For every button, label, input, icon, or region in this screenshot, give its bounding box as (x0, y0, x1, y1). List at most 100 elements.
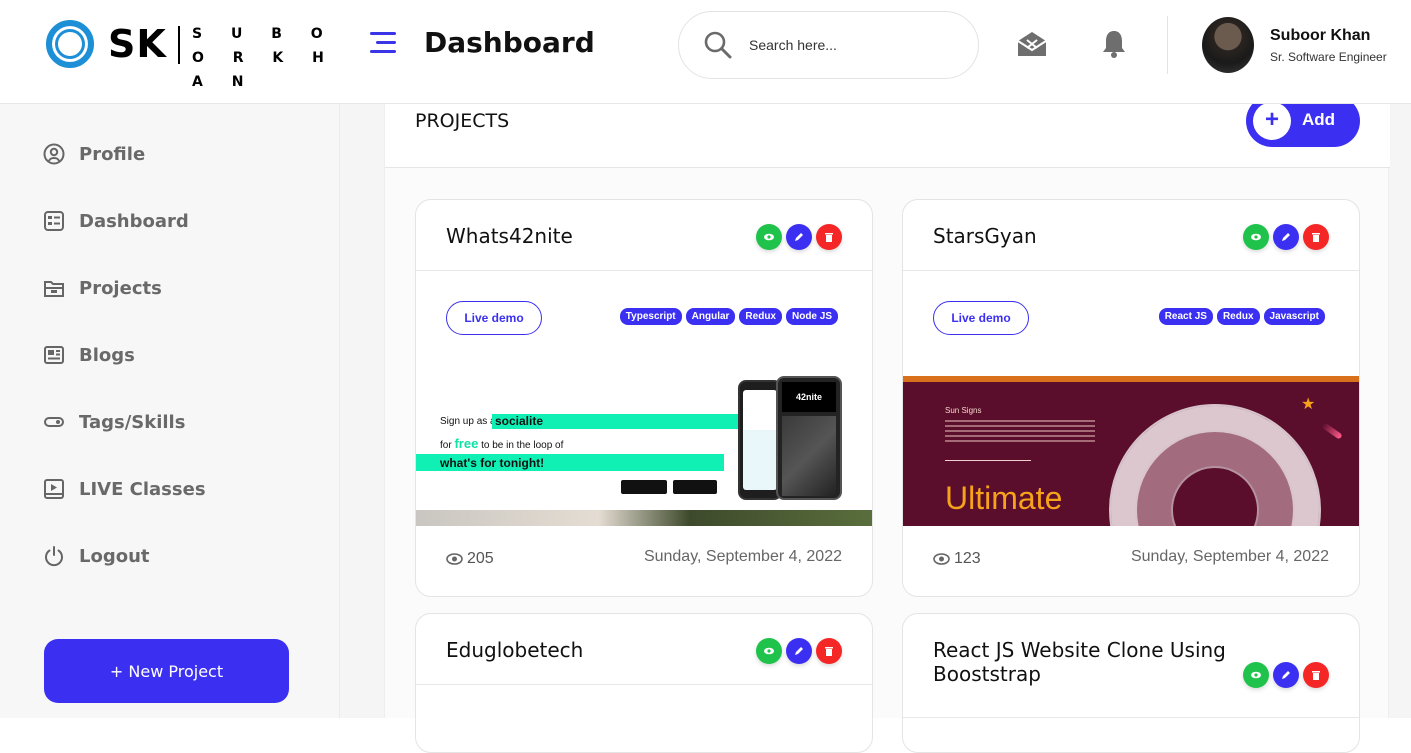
projects-panel: PROJECTS + Add Whats42nite Live demo Typ… (384, 95, 1390, 753)
user-circle-icon (42, 142, 66, 166)
views-count: 205 (446, 550, 494, 568)
user-name: Suboor Khan (1270, 27, 1371, 44)
sidebar-item-label: Logout (79, 545, 150, 567)
edit-icon[interactable] (1273, 224, 1299, 250)
brand-logo[interactable]: SK S U B O O R K H A N (44, 18, 344, 90)
menu-toggle-icon[interactable] (370, 32, 396, 56)
thumb-text: Sun Signs (945, 406, 982, 415)
view-icon[interactable] (756, 224, 782, 250)
tag-badge: Redux (1216, 308, 1260, 325)
mail-icon[interactable] (1016, 28, 1048, 60)
thumb-text: Ultimate (945, 480, 1063, 516)
logo-initials: SK (108, 22, 167, 66)
video-icon (42, 477, 66, 501)
project-card: React JS Website Clone Using Booststrap (902, 613, 1360, 753)
tech-tags: Typescript Angular Redux Node JS (619, 308, 838, 325)
views-count: 123 (933, 550, 981, 568)
folder-icon (42, 276, 66, 300)
eye-icon (933, 553, 950, 565)
tech-tags: React JS Redux Javascript (1158, 308, 1325, 325)
sidebar-item-label: Blogs (79, 344, 135, 366)
top-header: SK S U B O O R K H A N Dashboard Suboor … (0, 0, 1411, 104)
star-icon: ★ (1301, 396, 1316, 413)
project-date: Sunday, September 4, 2022 (643, 548, 842, 565)
thumb-text: for (440, 440, 452, 451)
card-title: StarsGyan (933, 224, 1037, 248)
sidebar-item-label: LIVE Classes (79, 478, 206, 500)
sidebar-item-tags-skills[interactable]: Tags/Skills (42, 406, 185, 438)
card-header: Eduglobetech (416, 614, 872, 685)
comet-icon (1321, 422, 1343, 440)
edit-icon[interactable] (1273, 662, 1299, 688)
project-date: Sunday, September 4, 2022 (1130, 548, 1329, 565)
card-actions (756, 638, 842, 664)
card-footer: 205 Sunday, September 4, 2022 (446, 548, 842, 574)
thumb-text: socialite (495, 414, 544, 428)
eye-icon (446, 553, 463, 565)
card-title: Eduglobetech (446, 638, 584, 662)
live-demo-button[interactable]: Live demo (933, 301, 1029, 335)
card-actions (756, 224, 842, 250)
logo-ring-icon (46, 20, 94, 68)
tag-badge: Typescript (619, 308, 682, 325)
tag-badge: Angular (685, 308, 736, 325)
header-divider (1167, 16, 1168, 74)
card-header: React JS Website Clone Using Booststrap (903, 614, 1359, 718)
sidebar: Profile Dashboard Projects Blogs Tags/Sk… (0, 104, 340, 718)
new-project-button[interactable]: + New Project (44, 639, 289, 703)
edit-icon[interactable] (786, 224, 812, 250)
sidebar-item-dashboard[interactable]: Dashboard (42, 205, 189, 237)
sidebar-item-live-classes[interactable]: LIVE Classes (42, 473, 206, 505)
delete-icon[interactable] (816, 224, 842, 250)
logo-divider (178, 26, 180, 64)
thumb-brand: 42nite (782, 382, 836, 412)
dashboard-icon (42, 209, 66, 233)
card-title: React JS Website Clone Using Booststrap (933, 638, 1226, 686)
sidebar-item-projects[interactable]: Projects (42, 272, 162, 304)
bell-icon[interactable] (1098, 28, 1130, 60)
search-box[interactable] (678, 11, 979, 79)
page-title: Dashboard (424, 26, 595, 59)
project-card: Whats42nite Live demo Typescript Angular… (415, 199, 873, 597)
project-thumbnail[interactable]: Sun Signs Ultimate ★ (903, 376, 1359, 526)
search-icon (704, 31, 732, 59)
app-store-badge-icon (673, 480, 717, 494)
thumb-text: to be in the loop of (481, 440, 564, 451)
projects-title: PROJECTS (415, 110, 510, 132)
sidebar-item-blogs[interactable]: Blogs (42, 339, 135, 371)
view-icon[interactable] (756, 638, 782, 664)
main-content: PROJECTS + Add Whats42nite Live demo Typ… (340, 95, 1411, 753)
card-actions (1243, 224, 1329, 250)
delete-icon[interactable] (1303, 224, 1329, 250)
edit-icon[interactable] (786, 638, 812, 664)
project-thumbnail[interactable]: Sign up as a socialite for free to be in… (416, 376, 872, 526)
phone-mockup-icon: 42nite (776, 376, 842, 500)
sidebar-item-profile[interactable]: Profile (42, 138, 145, 170)
projects-header: PROJECTS + Add (385, 95, 1390, 168)
user-role: Sr. Software Engineer (1270, 50, 1387, 64)
thumb-text: Sign up as a (440, 416, 496, 427)
delete-icon[interactable] (1303, 662, 1329, 688)
logo-name: S U B O O R K H A N (192, 26, 336, 90)
sidebar-item-label: Dashboard (79, 210, 189, 232)
add-label: Add (1302, 110, 1336, 129)
thumb-text: what's for tonight! (440, 456, 545, 470)
project-card: StarsGyan Live demo React JS Redux Javas… (902, 199, 1360, 597)
tag-badge: Node JS (785, 308, 838, 325)
search-input[interactable] (749, 32, 949, 58)
view-icon[interactable] (1243, 662, 1269, 688)
delete-icon[interactable] (816, 638, 842, 664)
sidebar-item-label: Tags/Skills (79, 411, 186, 433)
view-icon[interactable] (1243, 224, 1269, 250)
tag-badge: Redux (739, 308, 782, 325)
tag-icon (42, 410, 66, 434)
views-value: 205 (467, 550, 494, 567)
sidebar-item-logout[interactable]: Logout (42, 540, 150, 572)
live-demo-button[interactable]: Live demo (446, 301, 542, 335)
card-header: StarsGyan (903, 200, 1359, 271)
views-value: 123 (954, 550, 981, 567)
card-footer: 123 Sunday, September 4, 2022 (933, 548, 1329, 574)
newspaper-icon (42, 343, 66, 367)
tag-badge: Javascript (1263, 308, 1325, 325)
avatar[interactable] (1202, 17, 1254, 73)
